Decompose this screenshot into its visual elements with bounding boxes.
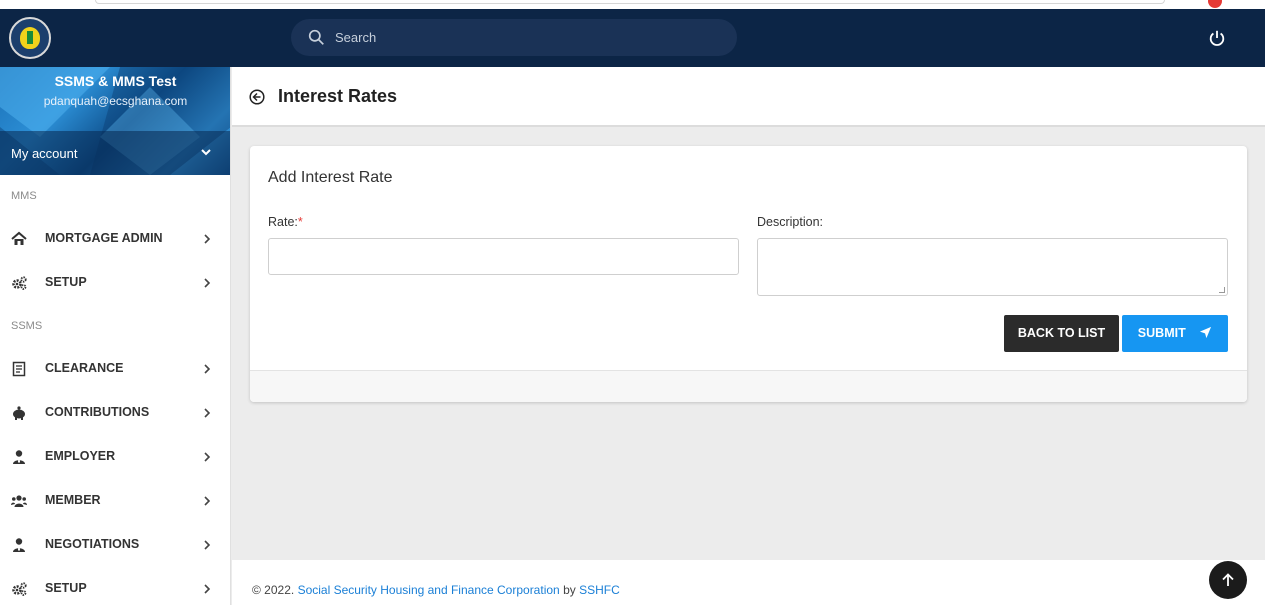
send-icon (1200, 326, 1212, 339)
add-interest-rate-card: Add Interest Rate Rate:* Description: BA… (250, 146, 1247, 402)
chevron-down-icon (201, 149, 211, 156)
resize-handle[interactable] (1219, 287, 1225, 293)
document-icon (12, 361, 26, 377)
page-footer: © 2022. Social Security Housing and Fina… (232, 560, 1265, 605)
rate-input[interactable] (268, 238, 739, 275)
sidebar-item-label: SETUP (45, 275, 87, 289)
back-to-list-button[interactable]: BACK TO LIST (1004, 315, 1119, 352)
sidebar-item-clearance[interactable]: CLEARANCE (0, 347, 230, 391)
footer-text: © 2022. Social Security Housing and Fina… (252, 583, 620, 597)
rate-label: Rate:* (268, 215, 303, 229)
sidebar-item-negotiations[interactable]: NEGOTIATIONS (0, 523, 230, 567)
my-account-label: My account (11, 146, 78, 161)
sidebar-item-label: NEGOTIATIONS (45, 537, 140, 551)
back-arrow-icon[interactable] (249, 89, 265, 105)
my-account-toggle[interactable]: My account (0, 131, 230, 175)
copyright-text: © 2022. (252, 583, 295, 597)
gears-icon (12, 582, 27, 596)
chevron-right-icon (204, 234, 211, 244)
power-icon[interactable] (1208, 29, 1226, 47)
sidebar-item-label: CONTRIBUTIONS (45, 405, 150, 419)
sidebar-item-label: MEMBER (45, 493, 101, 507)
page-header: Interest Rates (232, 67, 1265, 127)
search-icon (308, 29, 324, 45)
chevron-right-icon (204, 408, 211, 418)
by-text: by (563, 583, 576, 597)
search-input[interactable]: Search (291, 19, 737, 56)
submit-button[interactable]: SUBMIT (1122, 315, 1228, 352)
chevron-right-icon (204, 584, 211, 594)
card-footer (250, 370, 1247, 402)
description-textarea[interactable] (757, 238, 1228, 296)
rate-label-text: Rate: (268, 215, 298, 229)
sidebar-item-mortgage-admin[interactable]: MORTGAGE ADMIN (0, 217, 230, 261)
user-name: SSMS & MMS Test (54, 73, 177, 89)
address-bar-edge (95, 0, 1165, 4)
section-title-mms: MMS (11, 190, 37, 202)
sidebar-item-contributions[interactable]: CONTRIBUTIONS (0, 391, 230, 435)
form-heading: Add Interest Rate (268, 169, 393, 186)
sidebar: SSMS & MMS Test pdanquah@ecsghana.com My… (0, 67, 231, 605)
sidebar-item-label: MORTGAGE ADMIN (45, 231, 163, 245)
org-link[interactable]: Social Security Housing and Finance Corp… (298, 583, 560, 597)
piggy-bank-icon (13, 406, 25, 420)
chevron-right-icon (204, 540, 211, 550)
users-icon (11, 495, 27, 507)
user-tie-icon (13, 538, 25, 552)
browser-top-strip (0, 0, 1265, 9)
page-title: Interest Rates (278, 86, 398, 106)
logo[interactable] (9, 17, 51, 59)
sidebar-item-mms-setup[interactable]: SETUP (0, 261, 230, 305)
submit-label: SUBMIT (1137, 326, 1186, 340)
brand-link[interactable]: SSHFC (579, 583, 620, 597)
sidebar-item-label: SETUP (45, 581, 87, 595)
sidebar-item-member[interactable]: MEMBER (0, 479, 230, 523)
sidebar-item-employer[interactable]: EMPLOYER (0, 435, 230, 479)
sidebar-item-label: CLEARANCE (45, 361, 124, 375)
gears-icon (12, 276, 27, 290)
notification-dot[interactable] (1208, 0, 1222, 8)
chevron-right-icon (204, 278, 211, 288)
scroll-to-top-button[interactable] (1209, 561, 1247, 599)
top-navbar: Search (0, 9, 1265, 67)
chevron-right-icon (204, 364, 211, 374)
sidebar-item-label: EMPLOYER (45, 449, 116, 463)
sidebar-item-ssms-setup[interactable]: SETUP (0, 567, 230, 605)
profile-panel: SSMS & MMS Test pdanquah@ecsghana.com My… (0, 67, 230, 175)
home-icon (11, 231, 27, 245)
section-title-ssms: SSMS (11, 320, 43, 332)
user-email: pdanquah@ecsghana.com (43, 94, 188, 108)
required-marker: * (297, 215, 303, 229)
description-label: Description: (757, 215, 823, 229)
user-tie-icon (13, 450, 25, 464)
chevron-right-icon (204, 496, 211, 506)
arrow-up-icon (1222, 573, 1234, 586)
chevron-right-icon (204, 452, 211, 462)
search-placeholder: Search (335, 30, 377, 45)
